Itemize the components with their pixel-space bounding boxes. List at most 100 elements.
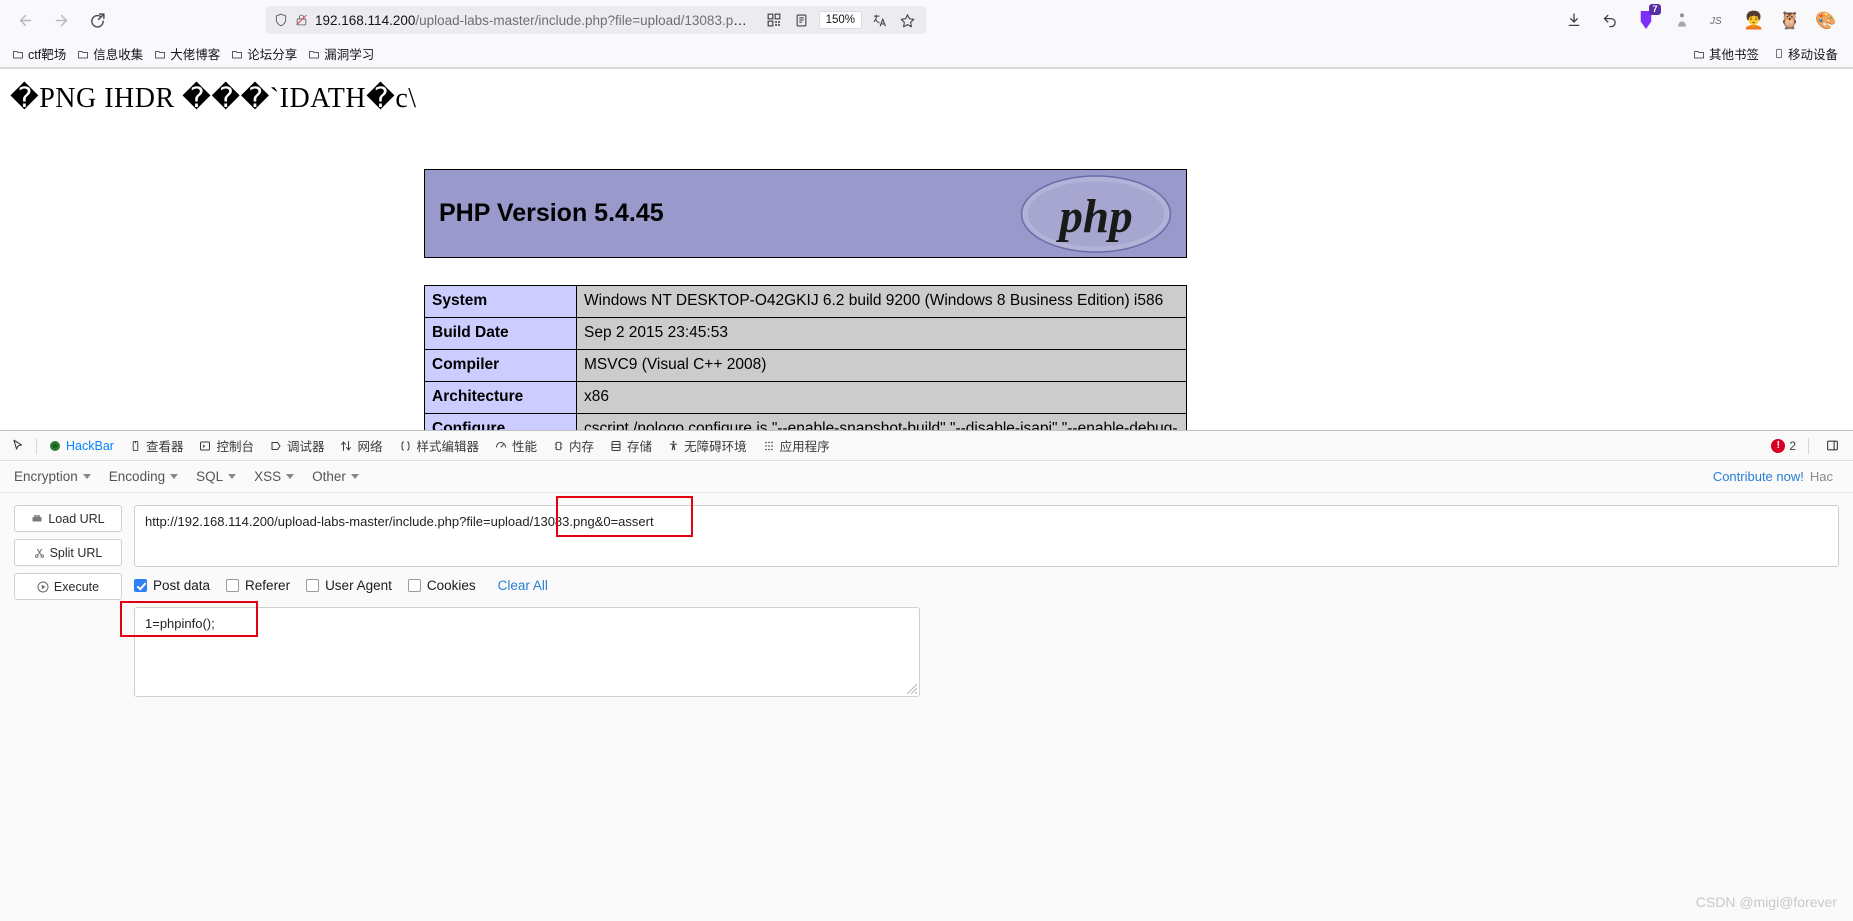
devtools-tab-accessibility[interactable]: 无障碍环境 [660, 433, 755, 458]
address-bar[interactable]: 192.168.114.200/upload-labs-master/inclu… [266, 6, 926, 34]
user-agent-checkbox[interactable]: User Agent [306, 578, 392, 593]
devtools-tab-performance[interactable]: 性能 [487, 433, 545, 458]
bookmark-item[interactable]: 论坛分享 [227, 42, 304, 65]
address-bar-container: 192.168.114.200/upload-labs-master/inclu… [266, 6, 926, 34]
referer-checkbox[interactable]: Referer [226, 578, 290, 593]
bookmark-item[interactable]: ctf靶场 [8, 42, 73, 65]
hackbar-body: Load URL Split URL Execute http://192.16… [0, 493, 1853, 697]
folder-icon [231, 48, 243, 60]
back-button[interactable] [8, 5, 42, 35]
bookmarks-bar-right: 其他书签 移动设备 [1689, 42, 1845, 65]
star-icon[interactable] [896, 9, 918, 31]
devtools-tab-memory[interactable]: 内存 [545, 433, 602, 458]
element-picker-icon[interactable] [4, 434, 32, 458]
hackbar-menu-sql[interactable]: SQL [196, 469, 236, 484]
table-cell-value: Windows NT DESKTOP-O42GKIJ 6.2 build 920… [577, 286, 1187, 318]
hackbar-panel: Encryption Encoding SQL XSS Other Contri… [0, 461, 1853, 921]
table-cell-value: x86 [577, 381, 1187, 413]
phpinfo-table: System Windows NT DESKTOP-O42GKIJ 6.2 bu… [424, 285, 1187, 451]
split-url-icon [34, 547, 45, 559]
reload-button[interactable] [80, 5, 114, 35]
hackbar-menu-encryption[interactable]: Encryption [14, 469, 91, 484]
bookmark-item[interactable]: 漏洞学习 [304, 42, 381, 65]
shield-icon[interactable] [274, 13, 288, 27]
devtools-tab-network[interactable]: 网络 [332, 433, 390, 458]
menu-label: XSS [254, 469, 281, 484]
hackbar-menu-xss[interactable]: XSS [254, 469, 294, 484]
devtools-tab-storage[interactable]: 存储 [602, 433, 660, 458]
php-logo: php [1020, 174, 1172, 254]
reader-view-icon[interactable] [791, 9, 813, 31]
forward-button[interactable] [44, 5, 78, 35]
navigation-toolbar: 192.168.114.200/upload-labs-master/inclu… [0, 0, 1853, 40]
devtools-tab-inspector[interactable]: 查看器 [122, 433, 192, 458]
devtools-tab-label: HackBar [66, 439, 114, 453]
bookmark-item[interactable]: 信息收集 [73, 42, 150, 65]
application-icon [763, 440, 775, 452]
hackbar-url-input[interactable]: http://192.168.114.200/upload-labs-maste… [134, 505, 1839, 567]
devtools-tab-label: 查看器 [146, 436, 184, 455]
load-url-button[interactable]: Load URL [14, 505, 122, 532]
php-version-title: PHP Version 5.4.45 [439, 199, 664, 228]
checkbox-label: Cookies [427, 578, 476, 593]
owl-extension-icon[interactable]: 🦉 [1777, 7, 1803, 33]
devtools-tab-label: 无障碍环境 [684, 436, 747, 455]
devtools-tabbar-right: ! 2 [1771, 435, 1849, 457]
folder-icon [154, 48, 166, 60]
lock-crossed-icon[interactable] [295, 13, 308, 27]
storage-icon [610, 440, 622, 452]
devtools-dock-icon[interactable] [1821, 435, 1843, 457]
devtools-tab-hackbar[interactable]: HackBar [41, 436, 122, 456]
folder-icon [12, 48, 24, 60]
menu-label: Encryption [14, 469, 78, 484]
execute-button[interactable]: Execute [14, 573, 122, 600]
folder-icon [1693, 48, 1705, 60]
undo-close-tab-icon[interactable] [1597, 7, 1623, 33]
browser-extensions-toolbar: 7 JS 🧑‍🦱 🦉 🎨 [1561, 7, 1845, 33]
hackbar-extension-icon[interactable]: 7 [1633, 7, 1659, 33]
bookmark-label: 大佬博客 [170, 44, 220, 63]
devtools-tab-debugger[interactable]: 调试器 [262, 433, 333, 458]
checkbox-box [306, 579, 319, 592]
cookies-checkbox[interactable]: Cookies [408, 578, 476, 593]
devtools-tab-application[interactable]: 应用程序 [755, 433, 838, 458]
checkbox-box [226, 579, 239, 592]
hackbar-menubar-right: Contribute now! Hac [1713, 469, 1839, 484]
bookmark-item[interactable]: 大佬博客 [150, 42, 227, 65]
palette-extension-icon[interactable]: 🎨 [1813, 7, 1839, 33]
error-count-badge[interactable]: ! 2 [1771, 439, 1796, 453]
folder-icon [308, 48, 320, 60]
hackbar-postdata-input[interactable]: 1=phpinfo(); [134, 607, 920, 697]
split-url-button[interactable]: Split URL [14, 539, 122, 566]
hackbar-menubar: Encryption Encoding SQL XSS Other Contri… [0, 461, 1853, 493]
page-viewport: �PNG IHDR ���`IDATH�c\ PHP Version 5.4.4… [0, 69, 1853, 451]
mobile-bookmarks-button[interactable]: 移动设备 [1770, 42, 1845, 65]
devtools-tab-console[interactable]: 控制台 [191, 433, 262, 458]
hackbar-menu-other[interactable]: Other [312, 469, 359, 484]
devtools-tab-style-editor[interactable]: 样式编辑器 [391, 433, 488, 458]
contribute-link[interactable]: Contribute now! [1713, 469, 1804, 484]
javascript-toggle-icon[interactable]: JS [1705, 7, 1731, 33]
url-text[interactable]: 192.168.114.200/upload-labs-master/inclu… [315, 13, 748, 28]
translate-icon[interactable] [868, 9, 890, 31]
qr-code-icon[interactable] [763, 9, 785, 31]
mobile-bookmarks-label: 移动设备 [1788, 44, 1838, 63]
button-label: Load URL [48, 512, 104, 526]
checkbox-label: Referer [245, 578, 290, 593]
hackbar-menu-encoding[interactable]: Encoding [109, 469, 178, 484]
devtools-panel: HackBar 查看器 控制台 调试器 网络 样式编辑器 性能 内存 [0, 430, 1853, 920]
error-icon: ! [1771, 439, 1785, 453]
proxy-switchy-icon[interactable] [1669, 7, 1695, 33]
devtools-tab-label: 调试器 [287, 436, 325, 455]
table-cell-key: System [425, 286, 577, 318]
divider [1808, 438, 1809, 454]
resize-handle-icon[interactable] [907, 684, 917, 694]
post-data-checkbox[interactable]: Post data [134, 578, 210, 593]
zoom-level-indicator[interactable]: 150% [819, 11, 862, 29]
chevron-down-icon [286, 474, 294, 479]
other-bookmarks-button[interactable]: 其他书签 [1689, 42, 1766, 65]
downloads-icon[interactable] [1561, 7, 1587, 33]
avatar-extension-icon[interactable]: 🧑‍🦱 [1741, 7, 1767, 33]
checkbox-label: User Agent [325, 578, 392, 593]
clear-all-link[interactable]: Clear All [498, 578, 548, 593]
